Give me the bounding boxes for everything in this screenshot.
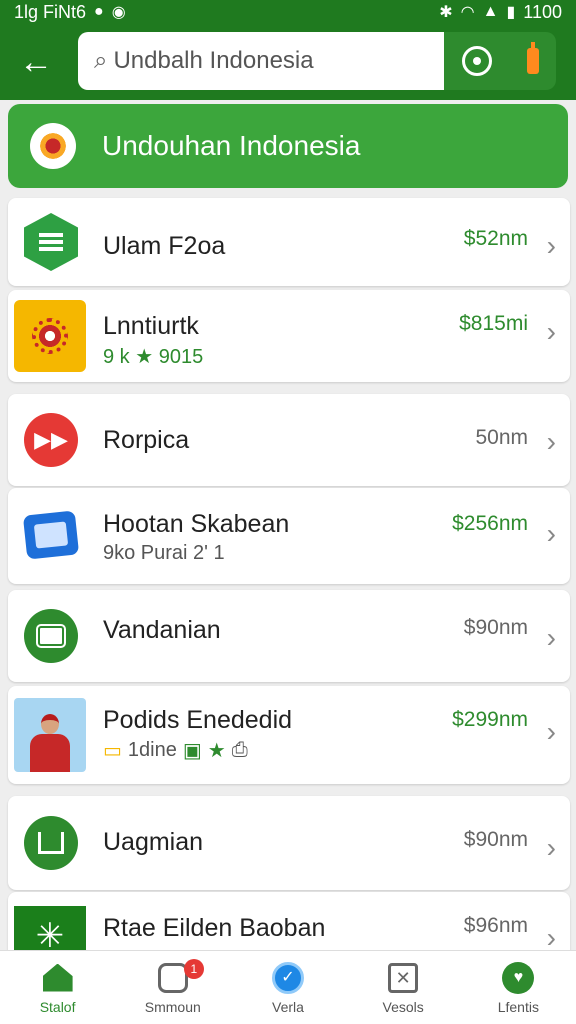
list-item[interactable]: Ulam F2oa $52nm ›	[8, 198, 570, 286]
list-item[interactable]: ▶▶ Rorpica 50nm ›	[8, 394, 570, 486]
photo-icon: ▣	[182, 740, 202, 762]
battery-icon: ▮	[506, 4, 516, 21]
home-icon	[41, 961, 75, 995]
item-name: Rorpica	[103, 426, 190, 454]
zoom-icon[interactable]	[461, 46, 492, 76]
avatar-icon	[14, 698, 86, 772]
list-item[interactable]: Vandanian $90nm ›	[8, 590, 570, 682]
item-name: Vandanian	[103, 616, 221, 644]
chevron-right-icon: ›	[546, 716, 556, 747]
bottom-navigation: Stalof 1 Smmoun ✓ Verla ✕ Vesols ♥ Lfent…	[0, 950, 576, 1024]
nav-label: Vesols	[382, 998, 424, 1015]
list-item[interactable]: Hootan Skabean 9ko Purai 2' 1 $256nm ›	[8, 488, 570, 584]
category-banner[interactable]: Undouhan Indonesia	[8, 104, 568, 188]
search-box[interactable]: ⌕	[78, 32, 444, 90]
search-actions	[444, 32, 556, 90]
item-name: Rtae Eilden Baoban	[103, 914, 326, 942]
nav-item-lfentis[interactable]: ♥ Lfentis	[463, 961, 573, 1015]
banner-title: Undouhan Indonesia	[102, 130, 361, 161]
item-price: $96nm	[463, 914, 528, 937]
item-price: $815mi	[459, 312, 528, 335]
item-price: 50nm	[475, 426, 528, 449]
bluetooth-icon: ✱	[439, 4, 453, 21]
list-item[interactable]: Uagmian $90nm ›	[8, 796, 570, 890]
item-price: $256nm	[452, 512, 528, 535]
item-name: Hootan Skabean	[103, 510, 290, 538]
garuda-emblem-icon	[30, 123, 76, 169]
notification-badge: 1	[183, 958, 204, 979]
app-bar: ← ⌕	[0, 24, 576, 100]
nav-label: Verla	[272, 998, 304, 1015]
chevron-right-icon: ›	[546, 426, 556, 457]
nav-label: Stalof	[39, 998, 76, 1015]
chat-icon: ◉	[111, 4, 126, 21]
nav-item-vesols[interactable]: ✕ Vesols	[348, 961, 458, 1015]
item-subtitle: 9ko Purai 2' 1	[103, 542, 225, 564]
nav-label: Smmoun	[144, 998, 201, 1015]
signal-icon: ▲	[482, 3, 499, 20]
clock: 1100	[523, 1, 562, 22]
list-item[interactable]: Lnntiurtk 9 k ★ 9015 $815mi ›	[8, 290, 570, 382]
item-price: $90nm	[463, 616, 528, 639]
magnifier-icon: ⌕	[94, 47, 108, 74]
nav-item-verla[interactable]: ✓ Verla	[233, 961, 343, 1015]
note-icon	[22, 607, 80, 665]
frame-icon	[22, 814, 80, 872]
chevron-right-icon: ›	[546, 518, 556, 549]
wifi-icon: ◠	[460, 4, 475, 21]
heart-icon: ♥	[501, 961, 535, 995]
check-icon: ✓	[271, 961, 305, 995]
document-icon	[22, 506, 80, 564]
nav-item-summary[interactable]: 1 Smmoun	[118, 958, 228, 1015]
status-left-text: 1lg FiNt6	[14, 1, 87, 22]
list-hexagon-icon	[22, 213, 80, 271]
bolt-icon[interactable]	[526, 42, 539, 74]
search-input[interactable]	[113, 47, 414, 75]
play-icon: ▶▶	[22, 411, 80, 469]
item-price: $52nm	[463, 227, 528, 250]
star-icon: ★	[207, 740, 226, 762]
item-subtitle-text: 1dine	[127, 739, 177, 761]
chevron-right-icon: ›	[546, 622, 556, 653]
nav-label: Lfentis	[497, 998, 539, 1015]
notification-icon: ●	[94, 3, 104, 20]
item-subtitle: ▭ 1dine ▣ ★ ⎙	[103, 738, 248, 763]
item-name: Lnntiurtk	[103, 312, 199, 340]
nav-item-home[interactable]: Stalof	[3, 961, 113, 1015]
item-name: Podids Enededid	[103, 706, 293, 734]
list-item[interactable]: Podids Enededid ▭ 1dine ▣ ★ ⎙ $299nm ›	[8, 686, 570, 784]
status-bar: 1lg FiNt6 ● ◉ ✱ ◠ ▲ ▮ 1100	[0, 0, 576, 24]
item-price: $299nm	[452, 708, 528, 731]
x-box-icon: ✕	[386, 961, 420, 995]
item-subtitle: 9 k ★ 9015	[103, 346, 204, 368]
item-name: Uagmian	[103, 828, 204, 856]
tag-icon: ▭	[103, 740, 122, 762]
arrow-left-icon[interactable]: ←	[14, 42, 58, 82]
printer-icon: ⎙	[231, 739, 248, 761]
chevron-right-icon: ›	[546, 832, 556, 863]
chevron-right-icon: ›	[546, 230, 556, 261]
item-price: $90nm	[463, 828, 528, 851]
item-name: Ulam F2oa	[103, 232, 226, 260]
gear-emblem-icon	[14, 298, 86, 374]
chevron-right-icon: ›	[546, 316, 556, 347]
